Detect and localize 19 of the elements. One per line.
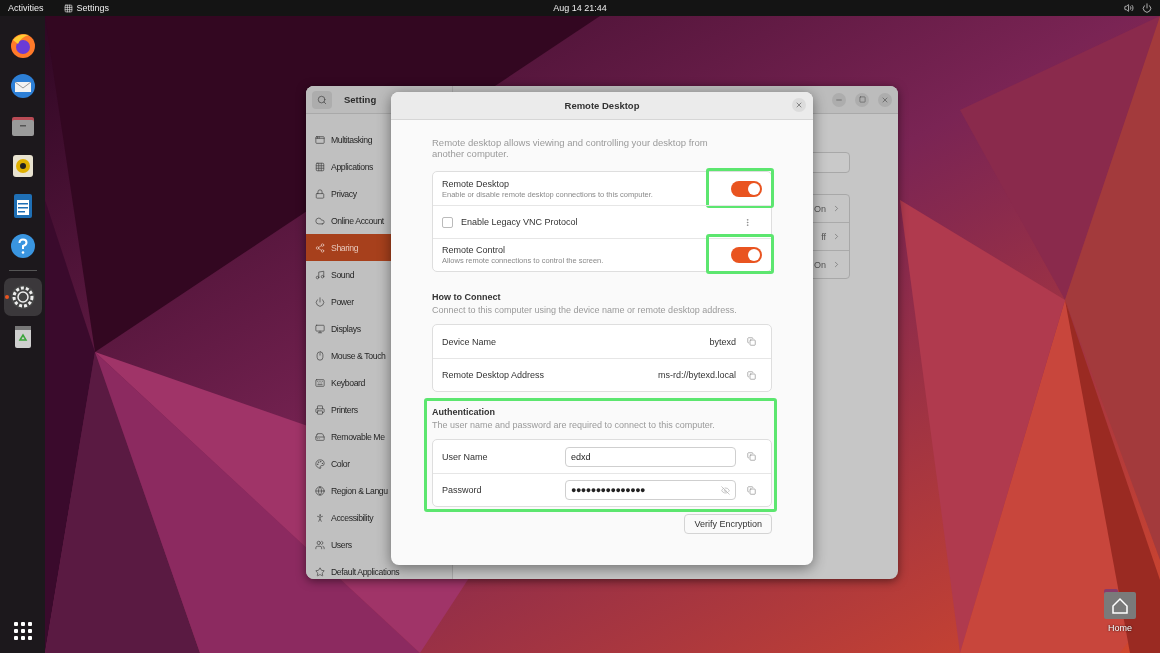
row-value: On bbox=[814, 259, 826, 270]
section-description: Connect to this computer using the device name or remote desktop address. bbox=[432, 305, 738, 316]
desktop-icon-label: Home bbox=[1108, 623, 1132, 633]
row-label: Remote Desktop Address bbox=[442, 370, 546, 380]
row-value: ms-rd://bytexd.local bbox=[657, 370, 736, 380]
window-title: Setting bbox=[344, 94, 377, 105]
section-heading: How to Connect bbox=[432, 292, 502, 303]
intro-text: Remote desktop allows viewing and controlling your desktop from another computer. bbox=[432, 137, 709, 159]
row-value: On bbox=[814, 203, 826, 214]
section-heading: Authentication bbox=[432, 407, 496, 418]
field-label: Password bbox=[442, 485, 483, 495]
section-description: The user name and password are required to connect to this computer. bbox=[432, 420, 716, 431]
row-label: Device Name bbox=[442, 336, 498, 347]
dialog-title: Remote Desktop bbox=[564, 100, 640, 111]
row-value: bytexd bbox=[709, 336, 736, 347]
row-value: ff bbox=[821, 231, 826, 242]
field-label: User Name bbox=[442, 451, 489, 462]
row-title: Remote Desktop bbox=[442, 178, 511, 190]
checkbox-label: Enable Legacy VNC Protocol bbox=[461, 217, 579, 227]
